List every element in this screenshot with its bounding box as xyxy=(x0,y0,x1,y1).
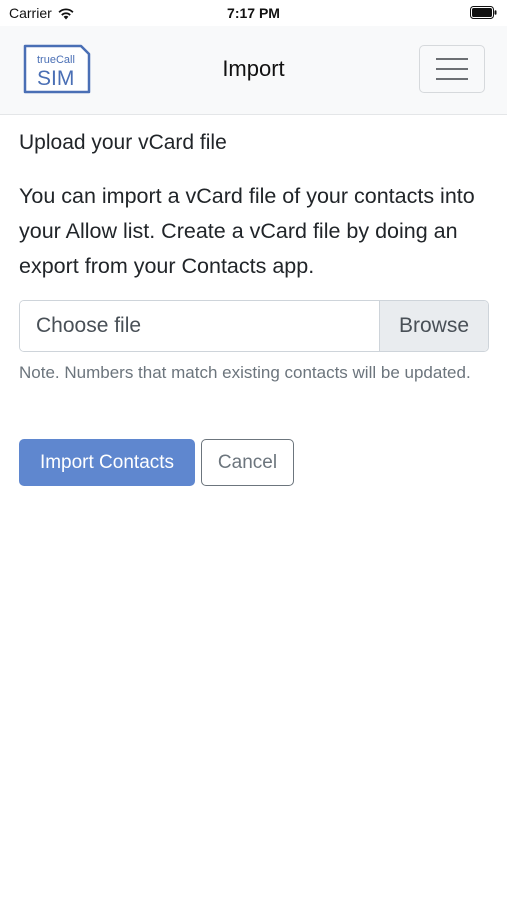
hamburger-menu-icon-bar xyxy=(436,78,468,80)
file-input[interactable]: Choose file xyxy=(20,301,379,351)
import-contacts-button[interactable]: Import Contacts xyxy=(19,439,195,486)
battery-icon xyxy=(470,6,497,19)
navbar: trueCall SIM Import xyxy=(0,26,507,115)
hamburger-menu-icon xyxy=(436,58,468,60)
status-bar: Carrier 7:17 PM xyxy=(0,0,507,26)
cancel-button[interactable]: Cancel xyxy=(201,439,294,486)
menu-toggle-button[interactable] xyxy=(419,45,485,93)
description-text: You can import a vCard file of your cont… xyxy=(19,184,475,278)
status-time: 7:17 PM xyxy=(227,5,280,21)
file-input-group[interactable]: Choose file Browse xyxy=(19,300,489,352)
hamburger-menu-icon-bar xyxy=(436,68,468,70)
note-text: Note. Numbers that match existing contac… xyxy=(19,363,471,382)
browse-button[interactable]: Browse xyxy=(379,301,488,351)
section-heading: Upload your vCard file xyxy=(19,131,227,154)
